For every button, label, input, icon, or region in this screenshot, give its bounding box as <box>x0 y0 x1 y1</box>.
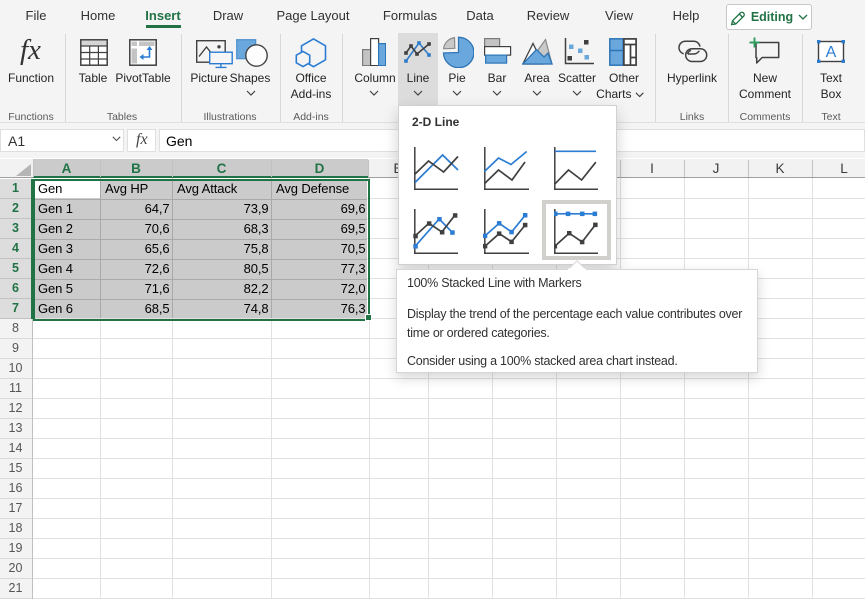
svg-text:A: A <box>826 44 837 61</box>
